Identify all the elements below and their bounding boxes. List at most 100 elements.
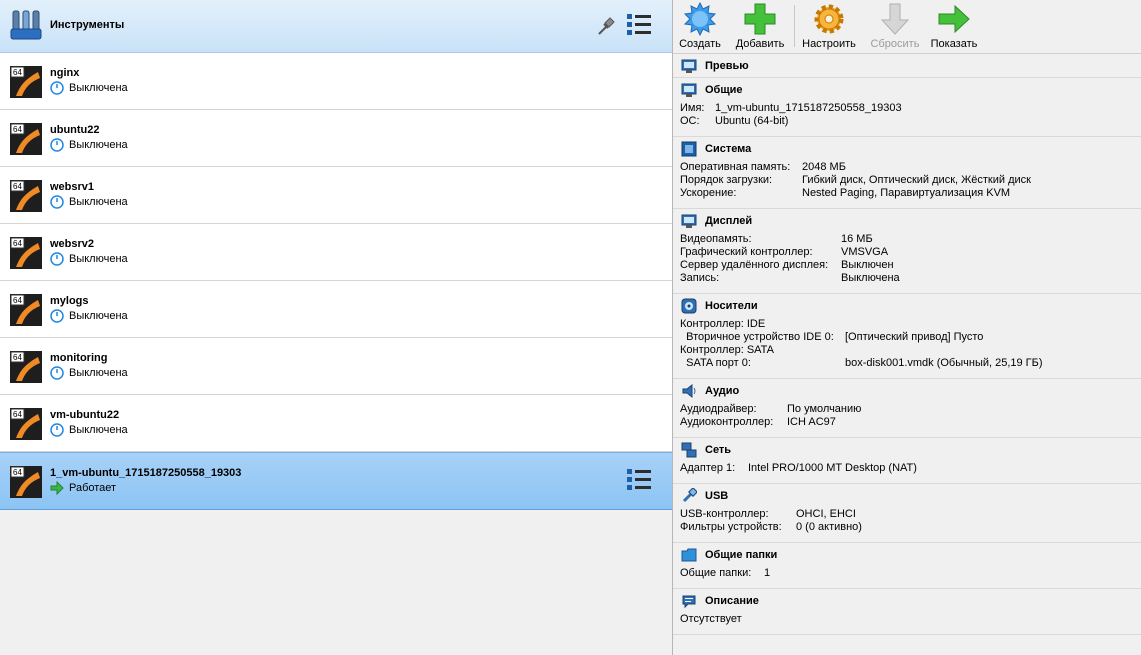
vm-name: monitoring [50, 352, 108, 364]
vm-os-icon: 64 [10, 237, 42, 269]
tools-icon [10, 10, 42, 40]
vm-state: Выключена [69, 196, 128, 208]
detail-key: Фильтры устройств: [680, 521, 782, 533]
detail-row: Общие папки: 1 [673, 567, 1141, 580]
vm-name: vm-ubuntu22 [50, 409, 120, 421]
vm-name: websrv2 [50, 238, 95, 250]
vm-row[interactable]: 64 vm-ubuntu22 Выключена [0, 395, 672, 452]
detail-row: SATA порт 0: box-disk001.vmdk (Обычный, 2… [673, 357, 1141, 370]
vm-state: Работает [69, 482, 117, 494]
detail-key: Адаптер 1: [680, 462, 736, 474]
section-audio-header[interactable]: Аудио [673, 379, 1141, 403]
vm-row[interactable]: 64 1_vm-ubuntu_1715187250558_19303 Работае… [0, 452, 672, 510]
detail-row: Вторичное устройство IDE 0: [Оптический п… [673, 331, 1141, 344]
vm-row[interactable]: 64 mylogs Выключена [0, 281, 672, 338]
vm-row[interactable]: 64 nginx Выключена [0, 53, 672, 110]
section-system: Система Оперативная память: 2048 МБ Порядок… [673, 137, 1141, 209]
detail-row: Порядок загрузки: Гибкий диск, Оптический… [673, 174, 1141, 187]
detail-row: Контроллер: SATA [673, 344, 1141, 357]
vm-os-icon: 64 [10, 66, 42, 98]
section-storage-header[interactable]: Носители [673, 294, 1141, 318]
vm-os-icon: 64 [10, 408, 42, 440]
detail-row: Ускорение: Nested Paging, Паравиртуализац… [673, 187, 1141, 200]
detail-key: SATA порт 0: [680, 357, 751, 369]
settings-button[interactable]: Настроить [799, 0, 859, 53]
svg-text:64: 64 [13, 125, 22, 134]
detail-row: Аудиоконтроллер: ICH AC97 [673, 416, 1141, 429]
vm-row[interactable]: 64 websrv1 Выключена [0, 167, 672, 224]
detail-key: Ускорение: [680, 187, 737, 199]
detail-row: Запись: Выключена [673, 272, 1141, 285]
vm-os-icon: 64 [10, 123, 42, 155]
vm-os-icon: 64 [10, 351, 42, 383]
vm-row[interactable]: 64 websrv2 Выключена [0, 224, 672, 281]
section-body: Контроллер: IDE Вторичное устройство IDE… [673, 318, 1141, 374]
detail-value: Выключена [841, 272, 900, 284]
detail-row: Фильтры устройств: 0 (0 активно) [673, 521, 1141, 534]
detail-row: ОС: Ubuntu (64-bit) [673, 115, 1141, 128]
show-button[interactable]: Показать [927, 0, 981, 53]
running-arrow-icon [50, 481, 64, 495]
show-label: Показать [930, 38, 978, 50]
detail-value: 16 МБ [841, 233, 873, 245]
settings-label: Настроить [802, 38, 856, 50]
detail-key: Видеопамять: [680, 233, 752, 245]
detail-key: Запись: [680, 272, 720, 284]
vm-state: Выключена [69, 139, 128, 151]
system-icon [681, 141, 697, 157]
section-title: Описание [705, 595, 759, 607]
detail-key: Сервер удалённого дисплея: [680, 259, 829, 271]
create-button[interactable]: Создать [675, 0, 725, 53]
svg-text:64: 64 [13, 68, 22, 77]
svg-text:64: 64 [13, 353, 22, 362]
pin-icon[interactable] [596, 15, 616, 37]
section-network-header[interactable]: Сеть [673, 438, 1141, 462]
svg-text:64: 64 [13, 296, 22, 305]
section-storage: Носители Контроллер: IDE Вторичное устрой… [673, 294, 1141, 379]
section-preview-header[interactable]: Превью [673, 54, 1141, 78]
detail-value: ICH AC97 [787, 416, 836, 428]
section-shared-folders-header[interactable]: Общие папки [673, 543, 1141, 567]
preview-icon [681, 59, 697, 73]
network-icon [681, 442, 697, 458]
section-description-header[interactable]: Описание [673, 589, 1141, 613]
gear-icon [814, 4, 844, 34]
detail-row: Сервер удалённого дисплея: Выключен [673, 259, 1141, 272]
detail-key: Порядок загрузки: [680, 174, 773, 186]
list-menu-icon[interactable] [626, 13, 652, 37]
detail-key: Контроллер: SATA [680, 344, 774, 356]
svg-text:64: 64 [13, 410, 22, 419]
toolbar: Создать Добавить Настроить Сбросить Пока… [673, 0, 1141, 54]
detail-row: Графический контроллер: VMSVGA [673, 246, 1141, 259]
vm-menu-icon[interactable] [626, 468, 652, 492]
section-system-header[interactable]: Система [673, 137, 1141, 161]
vm-row[interactable]: 64 monitoring Выключена [0, 338, 672, 395]
detail-row: Оперативная память: 2048 МБ [673, 161, 1141, 174]
detail-value: box-disk001.vmdk (Обычный, 25,19 ГБ) [845, 357, 1043, 369]
section-title: Аудио [705, 385, 740, 397]
section-general-header[interactable]: Общие [673, 78, 1141, 102]
vm-list: 64 nginx Выключена 64 ubuntu22 Выключена 64 web… [0, 53, 672, 510]
detail-key: Оперативная память: [680, 161, 791, 173]
section-usb-header[interactable]: USB [673, 484, 1141, 508]
section-body: Общие папки: 1 [673, 567, 1141, 584]
section-usb: USB USB-контроллер: OHCI, EHCI Фильтры устр… [673, 484, 1141, 543]
vm-row[interactable]: 64 ubuntu22 Выключена [0, 110, 672, 167]
power-off-icon [50, 195, 64, 209]
section-title: Общие [705, 84, 743, 96]
discard-button[interactable]: Сбросить [868, 0, 922, 53]
usb-icon [682, 488, 697, 503]
tools-item[interactable]: Инструменты [0, 0, 672, 53]
display-icon [681, 214, 697, 228]
detail-value: Intel PRO/1000 MT Desktop (NAT) [748, 462, 917, 474]
detail-row: Отсутствует [673, 613, 1141, 626]
detail-value: Выключен [841, 259, 894, 271]
plus-icon [744, 3, 776, 35]
svg-text:64: 64 [13, 468, 22, 477]
detail-value: Гибкий диск, Оптический диск, Жёсткий ди… [802, 174, 1031, 186]
add-button[interactable]: Добавить [733, 0, 787, 53]
section-title: Сеть [705, 444, 732, 456]
create-icon [683, 2, 717, 36]
section-display-header[interactable]: Дисплей [673, 209, 1141, 233]
vm-state: Выключена [69, 424, 128, 436]
